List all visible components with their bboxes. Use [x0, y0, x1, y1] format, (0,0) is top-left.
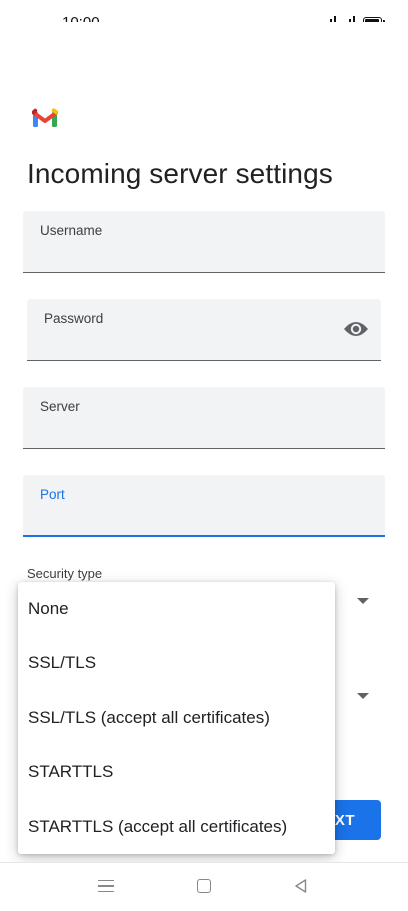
chevron-down-icon[interactable] — [357, 598, 369, 604]
server-input[interactable] — [39, 425, 329, 442]
password-label: Password — [44, 311, 104, 326]
password-field[interactable]: Password — [27, 299, 381, 361]
port-input[interactable] — [39, 512, 329, 529]
menu-item-none[interactable]: None — [18, 582, 335, 636]
username-label: Username — [40, 223, 103, 238]
port-field[interactable]: Port — [23, 475, 385, 537]
navigation-bar — [0, 863, 408, 911]
nav-recents-icon[interactable] — [98, 880, 114, 892]
menu-item-ssl-tls-accept-all[interactable]: SSL/TLS (accept all certificates) — [18, 691, 335, 745]
username-field[interactable]: Username — [23, 211, 385, 273]
security-type-menu: None SSL/TLS SSL/TLS (accept all certifi… — [18, 582, 335, 854]
nav-home-icon[interactable] — [197, 879, 211, 893]
eye-icon[interactable] — [343, 319, 369, 339]
username-input[interactable] — [39, 249, 329, 266]
server-field[interactable]: Server — [23, 387, 385, 449]
password-input[interactable] — [43, 337, 327, 354]
port-label: Port — [40, 487, 65, 502]
nav-back-icon[interactable] — [293, 878, 309, 894]
chevron-down-icon-2[interactable] — [357, 693, 369, 699]
security-type-label: Security type — [27, 566, 103, 581]
page-title: Incoming server settings — [27, 158, 333, 189]
menu-item-starttls-accept-all[interactable]: STARTTLS (accept all certificates) — [18, 800, 335, 854]
server-label: Server — [40, 399, 80, 414]
gmail-logo — [32, 108, 58, 127]
menu-item-starttls[interactable]: STARTTLS — [18, 745, 335, 799]
menu-item-ssl-tls[interactable]: SSL/TLS — [18, 636, 335, 690]
